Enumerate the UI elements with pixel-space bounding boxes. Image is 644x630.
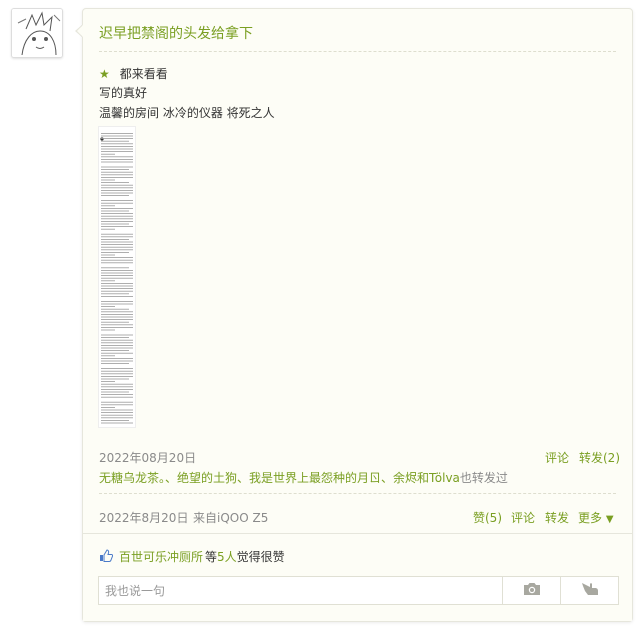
post-image-thumbnail[interactable] — [98, 126, 136, 428]
repost-link-2-text[interactable]: 转发 — [545, 511, 569, 525]
post-line-1-text: 都来看看 — [119, 67, 168, 81]
comment-link-text[interactable]: 评论 — [545, 451, 569, 465]
pointing-hand-icon — [580, 581, 600, 600]
like-link[interactable]: 赞(5) — [473, 509, 502, 526]
comment-input[interactable] — [99, 577, 502, 604]
repost-link-text[interactable]: 转发(2) — [579, 451, 620, 465]
comment-box — [98, 576, 619, 605]
divider — [99, 51, 616, 52]
comment-link-2-text[interactable]: 评论 — [511, 511, 535, 525]
repost-link[interactable]: 转发(2) — [579, 449, 620, 466]
post-line-2: 写的真好 — [99, 86, 148, 100]
repost-link-2[interactable]: 转发 — [545, 509, 569, 526]
thumbs-up-icon — [99, 548, 114, 565]
reposter-names[interactable]: 无糖乌龙茶。、绝望的土狗、我是世界上最怨种的月ㄖ、余烬和Tölva — [99, 471, 460, 485]
liker-name[interactable]: 百世可乐冲厕所 — [119, 548, 203, 565]
camera-icon — [523, 582, 541, 599]
divider — [99, 493, 616, 494]
caret-down-icon: ▼ — [605, 514, 614, 525]
repost-date[interactable]: 2022年8月20日 — [99, 509, 188, 526]
post-date[interactable]: 2022年08月20日 — [99, 449, 196, 466]
post-card: 迟早把禁阁的头发给拿下 ★ 都来看看 写的真好 温馨的房间 冰冷的仪器 将死之人 … — [82, 8, 633, 622]
star-icon: ★ — [99, 67, 110, 81]
source-label: 来自iQOO Z5 — [193, 511, 269, 525]
post-line-3: 温馨的房间 冰冷的仪器 将死之人 — [99, 106, 275, 120]
more-menu[interactable]: 更多 ▼ — [578, 509, 614, 526]
likes-count[interactable]: 5人 — [217, 550, 237, 564]
gesture-button[interactable] — [560, 577, 618, 604]
reposters-line: 无糖乌龙茶。、绝望的土狗、我是世界上最怨种的月ㄖ、余烬和Tölva也转发过 — [99, 469, 508, 486]
feedback-area: 百世可乐冲厕所 等5人觉得很赞 — [83, 533, 632, 621]
post-title[interactable]: 迟早把禁阁的头发给拿下 — [99, 23, 253, 43]
camera-button[interactable] — [502, 577, 560, 604]
comment-link[interactable]: 评论 — [545, 449, 569, 466]
card-arrow-inner — [77, 25, 83, 37]
reposters-suffix: 也转发过 — [459, 471, 508, 485]
avatar[interactable] — [11, 8, 63, 58]
likes-summary: 百世可乐冲厕所 等5人觉得很赞 — [99, 548, 285, 565]
post-line-1: ★ 都来看看 — [99, 65, 168, 82]
likes-suffix: 觉得很赞 — [236, 550, 285, 564]
comment-link-2[interactable]: 评论 — [511, 509, 535, 526]
likes-mid: 等 — [205, 550, 218, 564]
more-menu-label[interactable]: 更多 — [578, 511, 602, 525]
like-link-text[interactable]: 赞(5) — [473, 511, 502, 525]
